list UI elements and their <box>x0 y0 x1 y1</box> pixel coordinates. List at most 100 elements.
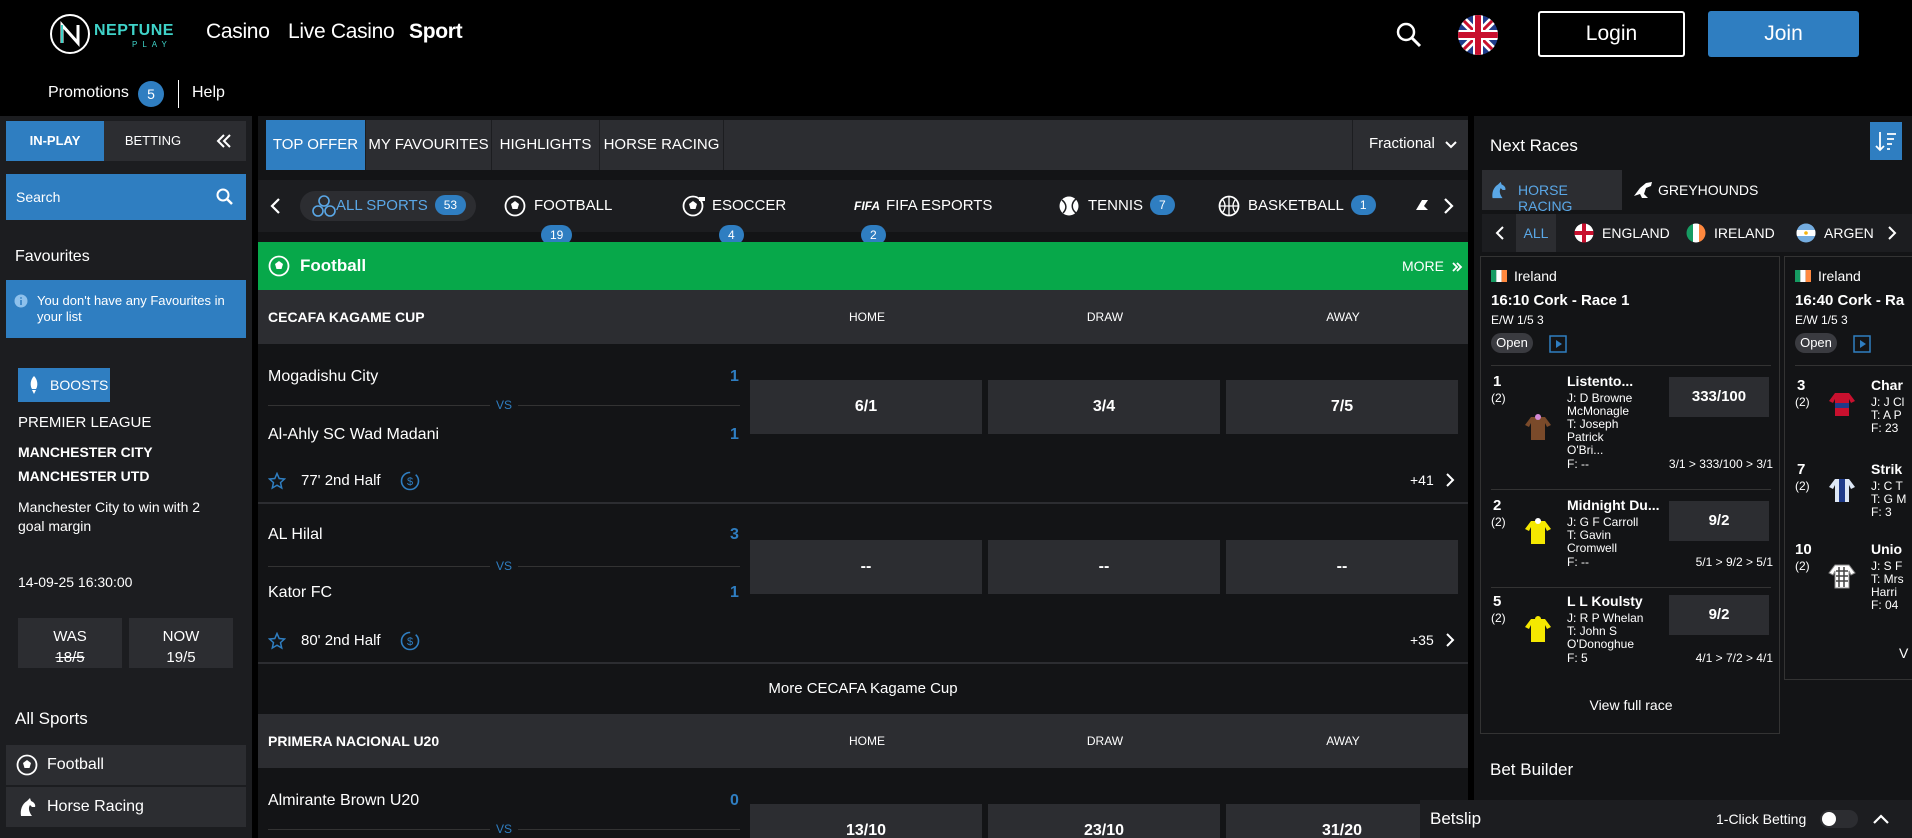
boost-datetime: 14-09-25 16:30:00 <box>18 574 133 590</box>
tab-horse-racing[interactable]: HORSE RACING <box>600 120 724 170</box>
promotions-link[interactable]: Promotions <box>48 84 129 102</box>
runner-info-line: T: G M <box>1871 492 1907 506</box>
match-row: Mogadishu City 1 VS Al-Ahly SC Wad Madan… <box>258 344 1468 502</box>
odds-format-select[interactable]: Fractional <box>1352 120 1468 170</box>
boost-now-value: 19/5 <box>166 649 196 666</box>
home-team[interactable]: Almirante Brown U20 <box>268 792 419 810</box>
odds-away-button[interactable]: 7/5 <box>1226 380 1458 434</box>
runner-number: 5 <box>1493 593 1502 610</box>
country-filter-all[interactable]: ALL <box>1516 214 1556 252</box>
race-title[interactable]: 16:40 Cork - Ra <box>1795 292 1904 309</box>
join-button[interactable]: Join <box>1708 11 1859 57</box>
runner-info-line: J: S F <box>1871 559 1903 573</box>
country-filter-ireland[interactable]: IRELAND <box>1686 214 1775 252</box>
race-each-way: E/W 1/5 3 <box>1491 313 1544 327</box>
boost-league: PREMIER LEAGUE <box>18 414 152 431</box>
runner-odds-button[interactable]: 9/2 <box>1669 501 1769 541</box>
away-team[interactable]: Al-Ahly SC Wad Madani <box>268 426 439 444</box>
runner-number: 2 <box>1493 497 1502 514</box>
sport-filter-count: 53 <box>434 195 467 215</box>
odds-home-button[interactable]: 6/1 <box>750 380 982 434</box>
view-full-race-link[interactable]: V <box>1899 645 1908 661</box>
more-competition-link[interactable]: More CECAFA Kagame Cup <box>258 664 1468 714</box>
sort-races-button[interactable] <box>1870 122 1902 160</box>
column-draw: DRAW <box>1086 310 1124 324</box>
tab-label: HORSE RACING <box>1518 182 1573 214</box>
runner-number: 10 <box>1795 541 1812 558</box>
argentina-flag-icon <box>1796 223 1816 243</box>
help-link[interactable]: Help <box>192 84 225 102</box>
tab-betting[interactable]: BETTING <box>104 121 202 161</box>
odds-home-button[interactable]: -- <box>750 540 982 594</box>
runner-number: 7 <box>1797 461 1806 478</box>
home-team[interactable]: Mogadishu City <box>268 368 378 386</box>
more-markets-link[interactable]: +35 <box>1410 632 1456 648</box>
sport-filter-fifa-esports[interactable]: FIFA FIFA ESPORTS2 <box>854 191 1014 245</box>
runner-info-line: F: -- <box>1567 457 1589 471</box>
sport-filter-basketball[interactable]: BASKETBALL 1 <box>1218 191 1388 221</box>
star-icon[interactable] <box>268 472 286 490</box>
football-icon <box>268 255 290 277</box>
runner-row: 7 (2) Strik J: C T T: G M F: 3 <box>1785 461 1912 531</box>
betslip-bar[interactable]: Betslip 1-Click Betting <box>1420 800 1912 838</box>
view-full-race-link[interactable]: View full race <box>1481 697 1781 713</box>
all-sports-title: All Sports <box>15 709 88 728</box>
vs-divider <box>518 405 740 406</box>
odds-home-button[interactable]: 13/10 <box>750 804 982 838</box>
odds-draw-button[interactable]: 23/10 <box>988 804 1220 838</box>
chevron-up-icon[interactable] <box>1872 812 1890 826</box>
jockey-silks-icon <box>1828 564 1856 589</box>
search-icon[interactable] <box>1396 22 1422 48</box>
odds-draw-button[interactable]: 3/4 <box>988 380 1220 434</box>
more-markets-link[interactable]: +41 <box>1410 472 1456 488</box>
sport-item-football[interactable]: Football <box>6 745 246 785</box>
nav-casino[interactable]: Casino <box>206 20 270 44</box>
country-label: ENGLAND <box>1602 225 1670 241</box>
tab-next-greyhounds[interactable]: GREYHOUNDS <box>1622 170 1782 210</box>
country-label: IRELAND <box>1714 225 1775 241</box>
competition-name: CECAFA KAGAME CUP <box>268 309 425 325</box>
away-score: 1 <box>730 426 739 443</box>
card-divider <box>1491 587 1771 588</box>
nav-sport[interactable]: Sport <box>409 20 463 44</box>
one-click-betting-toggle[interactable] <box>1820 810 1858 828</box>
tab-top-offer[interactable]: TOP OFFER <box>266 120 366 170</box>
odds-away-button[interactable]: -- <box>1226 540 1458 594</box>
uk-flag-icon[interactable] <box>1457 14 1499 56</box>
runner-odds-button[interactable]: 9/2 <box>1669 595 1769 635</box>
sidebar-search-icon <box>216 188 233 205</box>
country-filter-argentina[interactable]: ARGEN <box>1796 214 1890 252</box>
chevron-left-icon[interactable] <box>1492 225 1508 241</box>
sport-filter-count: 7 <box>1150 195 1175 215</box>
runner-price-history: 3/1 > 333/100 > 3/1 <box>1668 457 1773 471</box>
runner-odds-button[interactable]: 333/100 <box>1669 377 1769 417</box>
odds-draw-button[interactable]: -- <box>988 540 1220 594</box>
search-input[interactable]: Search <box>6 174 246 220</box>
runner-row: 1 (2) Listento... J: D Browne McMonagle … <box>1481 373 1781 481</box>
boost-now-button[interactable]: NOW 19/5 <box>129 618 233 668</box>
star-icon[interactable] <box>268 632 286 650</box>
svg-text:$: $ <box>407 476 413 488</box>
home-team[interactable]: AL Hilal <box>268 526 323 544</box>
play-video-icon[interactable] <box>1853 335 1871 353</box>
runner-number: 1 <box>1493 373 1502 390</box>
chevron-right-icon[interactable] <box>1438 196 1458 216</box>
nav-live-casino[interactable]: Live Casino <box>288 20 395 44</box>
tab-highlights[interactable]: HIGHLIGHTS <box>492 120 600 170</box>
logo[interactable]: NEPTUNE PLAY <box>48 10 180 60</box>
play-video-icon[interactable] <box>1549 335 1567 353</box>
country-filter-england[interactable]: ENGLAND <box>1574 214 1670 252</box>
tab-next-horse-racing[interactable]: HORSE RACING <box>1482 170 1622 214</box>
login-button[interactable]: Login <box>1538 11 1685 57</box>
jockey-silks-icon <box>1525 518 1551 544</box>
tab-my-favourites[interactable]: MY FAVOURITES <box>366 120 492 170</box>
collapse-sidebar-button[interactable] <box>202 121 246 161</box>
away-team[interactable]: Kator FC <box>268 584 332 602</box>
match-time: 80' 2nd Half <box>301 632 381 649</box>
tab-in-play[interactable]: IN-PLAY <box>6 121 104 161</box>
more-football-link[interactable]: MORE <box>1402 256 1463 276</box>
chevron-right-icon[interactable] <box>1884 225 1900 241</box>
chevron-left-icon[interactable] <box>266 196 286 216</box>
race-title[interactable]: 16:10 Cork - Race 1 <box>1491 292 1629 309</box>
sport-item-horse-racing[interactable]: Horse Racing <box>6 787 246 827</box>
